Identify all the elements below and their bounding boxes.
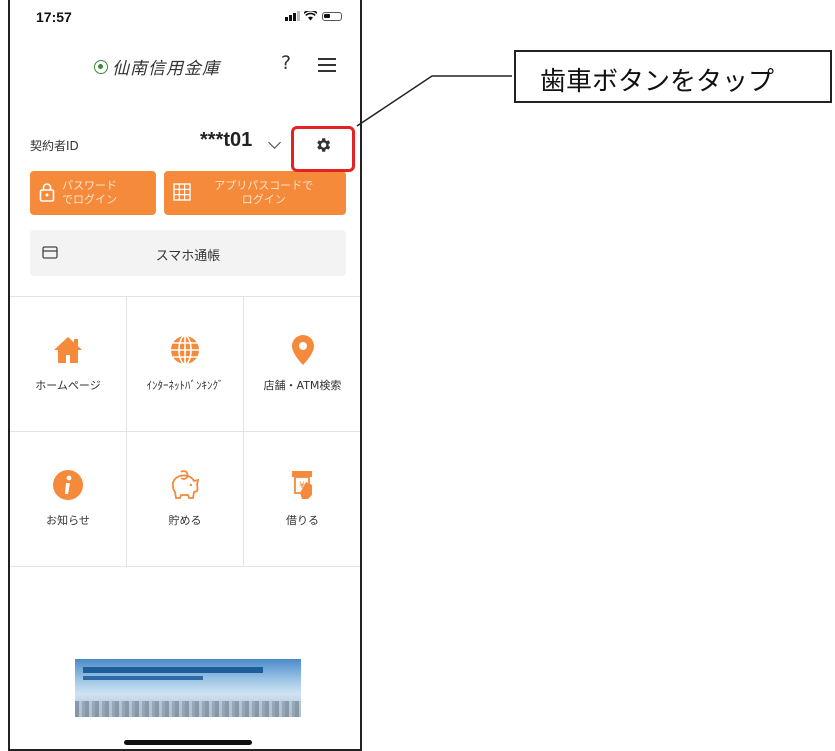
status-time: 17:57 [36, 9, 72, 25]
globe-icon [171, 335, 199, 365]
instruction-callout: 歯車ボタンをタップ [514, 50, 832, 103]
menu-label: 貯める [168, 514, 202, 527]
menu-item-homepage[interactable]: ホームページ [10, 297, 127, 432]
menu-label: ホームページ [35, 379, 101, 392]
gear-highlight-box [291, 126, 355, 172]
signal-icon [285, 11, 300, 21]
battery-icon [322, 11, 342, 21]
menu-label: お知らせ [46, 514, 90, 527]
menu-label: ｲﾝﾀｰﾈｯﾄﾊﾞﾝｷﾝｸﾞ [146, 379, 224, 392]
status-bar: 17:57 [10, 0, 360, 40]
map-pin-icon [291, 335, 314, 365]
chevron-down-icon[interactable] [268, 136, 281, 149]
info-icon [53, 470, 83, 500]
login-buttons: パスワード でログイン アプリパスコードで ログイン [30, 171, 346, 215]
password-login-label-1: パスワード [62, 179, 117, 192]
password-login-button[interactable]: パスワード でログイン [30, 171, 156, 215]
passcode-login-label-2: ログイン [241, 193, 286, 206]
lock-icon [39, 183, 55, 202]
menu-item-notices[interactable]: お知らせ [10, 432, 127, 567]
menu-item-internet-banking[interactable]: ｲﾝﾀｰﾈｯﾄﾊﾞﾝｷﾝｸﾞ [127, 297, 244, 432]
smartphone-passbook-button[interactable]: スマホ通帳 [30, 230, 346, 276]
home-indicator [124, 740, 252, 745]
banner-strip [83, 676, 203, 680]
status-icons [285, 11, 342, 21]
bank-logo: 仙南信用金庫 [94, 54, 220, 79]
banner-cityscape [75, 701, 301, 717]
piggy-bank-icon [171, 470, 200, 499]
keypad-icon [173, 183, 191, 201]
help-button[interactable]: ? [281, 52, 291, 74]
password-login-label-2: でログイン [62, 193, 117, 206]
wifi-icon [304, 11, 317, 21]
menu-item-save[interactable]: 貯める [127, 432, 244, 567]
logo-text: 仙南信用金庫 [112, 59, 220, 79]
home-icon [54, 337, 82, 363]
contract-id-label: 契約者ID [30, 139, 79, 153]
phone-screen: 17:57 仙南信用金庫 ? 契約者ID ***t01 パスワード でログイン … [8, 0, 362, 751]
menu-item-store-atm-search[interactable]: 店舗・ATM検索 [244, 297, 360, 432]
menu-item-borrow[interactable]: ¥ 借りる [244, 432, 360, 567]
app-header: 仙南信用金庫 ? [10, 50, 360, 86]
menu-grid: ホームページ ｲﾝﾀｰﾈｯﾄﾊﾞﾝｷﾝｸﾞ 店舗・ATM検索 お知らせ 貯める … [10, 296, 360, 567]
hamburger-menu-icon[interactable] [318, 58, 336, 72]
passbook-label: スマホ通帳 [155, 249, 221, 264]
contract-id-value[interactable]: ***t01 [200, 129, 252, 152]
menu-label: 借りる [286, 514, 319, 527]
banner-strip [83, 667, 263, 673]
passcode-login-label-1: アプリパスコードで [214, 179, 314, 192]
callout-text: 歯車ボタンをタップ [540, 67, 775, 97]
logo-mark-icon [94, 59, 108, 74]
atm-icon: ¥ [291, 471, 312, 499]
menu-label: 店舗・ATM検索 [263, 379, 342, 392]
promo-banner[interactable] [75, 659, 301, 717]
passcode-login-button[interactable]: アプリパスコードで ログイン [163, 171, 346, 215]
